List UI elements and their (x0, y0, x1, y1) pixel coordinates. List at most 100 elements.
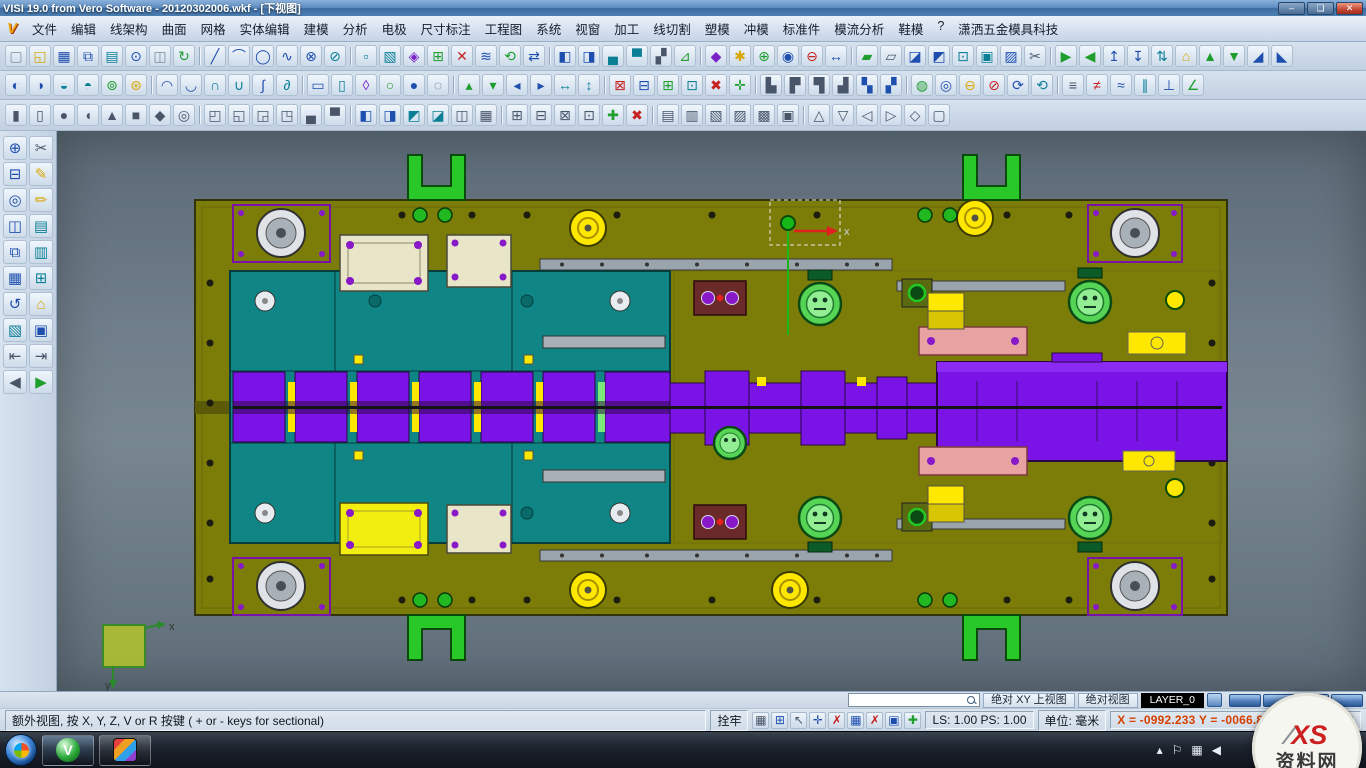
sidebar-icon[interactable]: ⊕ (3, 136, 27, 160)
taskbar-app-graphics[interactable] (99, 735, 151, 766)
toolbar-icon[interactable]: ◆ (705, 45, 727, 67)
sidebar-icon[interactable]: ◫ (3, 214, 27, 238)
toolbar-icon[interactable]: ▄ (602, 45, 624, 67)
toolbar-icon[interactable]: ◣ (1271, 45, 1293, 67)
toolbar-icon[interactable]: ◳ (276, 104, 298, 126)
layout-button-1[interactable] (1229, 694, 1261, 707)
toolbar-icon[interactable]: ⇄ (523, 45, 545, 67)
toolbar-icon[interactable]: ↻ (173, 45, 195, 67)
snap-toggle-icon[interactable]: ▦ (752, 712, 769, 729)
toolbar-icon[interactable]: ╱ (204, 45, 226, 67)
toolbar-icon[interactable]: ∠ (1182, 74, 1204, 96)
toolbar-icon[interactable]: ✕ (451, 45, 473, 67)
toolbar-icon[interactable]: ● (403, 74, 425, 96)
menu-item-7[interactable]: 建模 (297, 15, 336, 42)
sidebar-icon[interactable]: ⌂ (29, 292, 53, 316)
toolbar-icon[interactable]: ⊕ (753, 45, 775, 67)
sidebar-icon[interactable]: ▣ (29, 318, 53, 342)
menu-item-1[interactable]: 文件 (25, 15, 64, 42)
toolbar-icon[interactable]: ▨ (729, 104, 751, 126)
toolbar-icon[interactable]: ✱ (729, 45, 751, 67)
menu-item-3[interactable]: 线架构 (103, 15, 155, 42)
toolbar-icon[interactable]: ◨ (578, 45, 600, 67)
toolbar-icon[interactable]: ▼ (1223, 45, 1245, 67)
toolbar-icon[interactable]: ⟲ (1031, 74, 1053, 96)
toolbar-icon[interactable]: ● (53, 104, 75, 126)
toolbar-icon[interactable]: ⇅ (1151, 45, 1173, 67)
sidebar-icon[interactable]: ▤ (29, 214, 53, 238)
tray-icon-4[interactable]: ◀ (1212, 743, 1221, 757)
toolbar-icon[interactable]: ↥ (1103, 45, 1125, 67)
toolbar-icon[interactable]: ▭ (307, 74, 329, 96)
menu-item-15[interactable]: 线切割 (646, 15, 698, 42)
view-selector[interactable]: 绝对视图 (1078, 693, 1138, 708)
snap-toggle-icon[interactable]: ✗ (828, 712, 845, 729)
sidebar-icon[interactable]: ✏ (29, 188, 53, 212)
toolbar-icon[interactable]: ⊘ (983, 74, 1005, 96)
toolbar-icon[interactable]: ✖ (705, 74, 727, 96)
toolbar-icon[interactable]: ⌂ (1175, 45, 1197, 67)
toolbar-icon[interactable]: ∫ (252, 74, 274, 96)
toolbar-icon[interactable]: ◍ (911, 74, 933, 96)
toolbar-icon[interactable]: ◱ (29, 45, 51, 67)
snap-toggle-icon[interactable]: ⊞ (771, 712, 788, 729)
toolbar-icon[interactable]: ✂ (1024, 45, 1046, 67)
toolbar-icon[interactable]: ⊗ (300, 45, 322, 67)
toolbar-icon[interactable]: ✛ (729, 74, 751, 96)
sidebar-icon[interactable]: ✎ (29, 162, 53, 186)
menu-item-5[interactable]: 网格 (194, 15, 233, 42)
toolbar-icon[interactable]: ⟳ (1007, 74, 1029, 96)
toolbar-icon[interactable]: ■ (125, 104, 147, 126)
maximize-button[interactable]: ❏ (1307, 2, 1334, 15)
sidebar-icon[interactable]: ⇤ (3, 344, 27, 368)
toolbar-icon[interactable]: ▣ (976, 45, 998, 67)
toolbar-icon[interactable]: ▩ (753, 104, 775, 126)
toolbar-icon[interactable]: ◇ (904, 104, 926, 126)
workplane-selector[interactable]: 绝对 XY 上视图 (983, 693, 1075, 708)
toolbar-icon[interactable]: ▙ (760, 74, 782, 96)
sidebar-icon[interactable]: ⧉ (3, 240, 27, 264)
toolbar-icon[interactable]: ∂ (276, 74, 298, 96)
toolbar-icon[interactable]: ∥ (1134, 74, 1156, 96)
toolbar-icon[interactable]: ⊘ (324, 45, 346, 67)
toolbar-icon[interactable]: ⊞ (657, 74, 679, 96)
menu-item-14[interactable]: 加工 (607, 15, 646, 42)
menu-item-6[interactable]: 实体编辑 (233, 15, 297, 42)
toolbar-icon[interactable]: ⊟ (633, 74, 655, 96)
sidebar-icon[interactable]: ◀ (3, 370, 27, 394)
toolbar-icon[interactable]: ◩ (403, 104, 425, 126)
toolbar-icon[interactable]: ✚ (602, 104, 624, 126)
toolbar-icon[interactable]: ⟲ (499, 45, 521, 67)
toolbar-icon[interactable]: ▲ (1199, 45, 1221, 67)
toolbar-icon[interactable]: ◢ (1247, 45, 1269, 67)
toolbar-icon[interactable]: ○ (379, 74, 401, 96)
toolbar-icon[interactable]: ▽ (832, 104, 854, 126)
toolbar-icon[interactable]: ▀ (626, 45, 648, 67)
snap-toggle-icon[interactable]: ✛ (809, 712, 826, 729)
toolbar-icon[interactable]: ▯ (331, 74, 353, 96)
toolbar-icon[interactable]: ▟ (832, 74, 854, 96)
menu-item-18[interactable]: 标准件 (776, 15, 828, 42)
sidebar-icon[interactable]: ▶ (29, 370, 53, 394)
toolbar-icon[interactable]: ◌ (427, 74, 449, 96)
toolbar-icon[interactable]: ▨ (1000, 45, 1022, 67)
lock-label[interactable]: 拴牢 (710, 710, 748, 731)
toolbar-icon[interactable]: ✖ (626, 104, 648, 126)
toolbar-icon[interactable]: ▥ (681, 104, 703, 126)
toolbar-icon[interactable]: ▯ (29, 104, 51, 126)
menu-item-21[interactable]: ? (930, 15, 951, 42)
toolbar-icon[interactable]: ◆ (149, 104, 171, 126)
toolbar-icon[interactable]: ◎ (173, 104, 195, 126)
menu-item-10[interactable]: 尺寸标注 (414, 15, 478, 42)
toolbar-icon[interactable]: ≈ (1110, 74, 1132, 96)
toolbar-icon[interactable]: ▣ (777, 104, 799, 126)
menu-item-13[interactable]: 视窗 (568, 15, 607, 42)
toolbar-icon[interactable]: ▀ (324, 104, 346, 126)
toolbar-icon[interactable]: ◈ (403, 45, 425, 67)
toolbar-icon[interactable]: ▦ (53, 45, 75, 67)
toolbar-icon[interactable]: ◪ (904, 45, 926, 67)
toolbar-icon[interactable]: ⊡ (578, 104, 600, 126)
toolbar-icon[interactable]: ▞ (880, 74, 902, 96)
toolbar-icon[interactable]: ⊞ (506, 104, 528, 126)
toolbar-icon[interactable]: ⌒ (228, 45, 250, 67)
